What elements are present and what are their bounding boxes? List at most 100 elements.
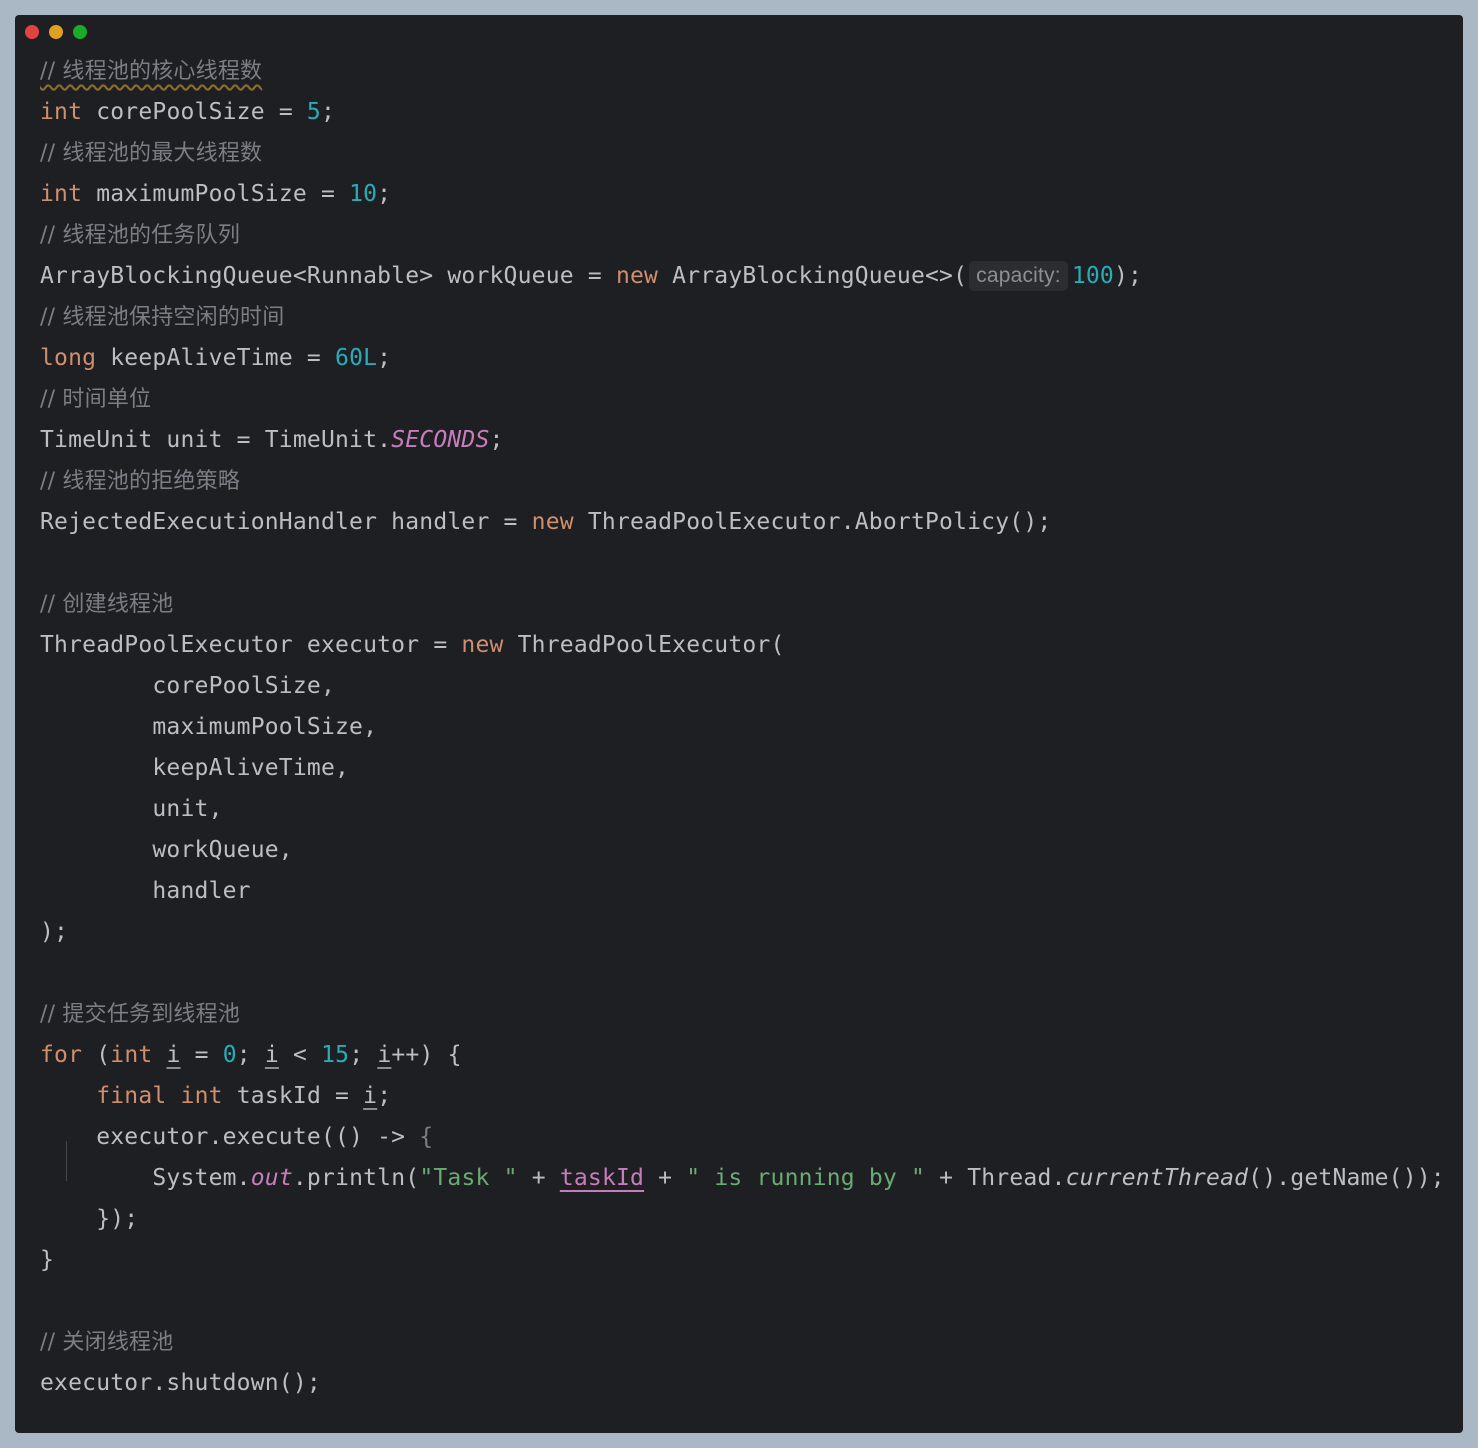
close-button[interactable]	[25, 25, 39, 39]
code-line: workQueue,	[40, 830, 293, 871]
code-line: int corePoolSize = 5;	[40, 92, 335, 133]
code-line: executor.shutdown();	[40, 1363, 321, 1404]
string-literal: "Task "	[419, 1165, 518, 1191]
code-line: }	[40, 1240, 54, 1281]
code-line: executor.execute(() -> {	[40, 1117, 433, 1158]
code-text: maximumPoolSize =	[82, 181, 350, 207]
code-line: corePoolSize,	[40, 666, 335, 707]
number-literal: 10	[349, 181, 378, 207]
code-text: );	[40, 919, 69, 945]
code-window: // 线程池的核心线程数 int corePoolSize = 5; // 线程…	[15, 15, 1463, 1433]
code-text: ArrayBlockingQueue<>(	[658, 263, 968, 289]
code-text: ThreadPoolExecutor executor =	[40, 632, 462, 658]
code-editor[interactable]: // 线程池的核心线程数 int corePoolSize = 5; // 线程…	[40, 51, 1463, 1433]
code-line: RejectedExecutionHandler handler = new T…	[40, 502, 1051, 543]
zoom-button[interactable]	[73, 25, 87, 39]
code-text: executor.shutdown();	[40, 1370, 321, 1396]
code-line: long keepAliveTime = 60L;	[40, 338, 391, 379]
code-text: (	[82, 1042, 111, 1068]
code-line: });	[40, 1199, 138, 1240]
loop-variable: i	[264, 1042, 279, 1068]
comment: // 关闭线程池	[40, 1330, 174, 1355]
comment: // 线程池保持空闲的时间	[40, 305, 285, 330]
captured-variable: taskId	[559, 1165, 645, 1191]
keyword: for	[40, 1042, 83, 1068]
code-line: // 创建线程池	[40, 584, 173, 625]
code-line: // 提交任务到线程池	[40, 994, 240, 1035]
code-text: System.	[40, 1165, 251, 1191]
comment: // 线程池的拒绝策略	[40, 469, 241, 494]
code-text: +	[644, 1165, 687, 1191]
comment: // 提交任务到线程池	[40, 1002, 241, 1027]
number-literal: 15	[321, 1042, 350, 1068]
code-line: // 线程池的最大线程数	[40, 133, 262, 174]
code-text: workQueue,	[40, 837, 293, 863]
comment: // 创建线程池	[40, 592, 174, 617]
code-text: ArrayBlockingQueue<Runnable> workQueue =	[40, 263, 616, 289]
keyword: long	[40, 345, 97, 371]
code-line: // 关闭线程池	[40, 1322, 173, 1363]
keyword: new	[461, 632, 504, 658]
code-text: ().getName());	[1248, 1165, 1445, 1191]
parameter-hint: capacity:	[969, 261, 1068, 291]
number-literal: 100	[1071, 263, 1114, 289]
loop-variable: i	[363, 1083, 378, 1109]
code-text: );	[1113, 263, 1143, 289]
keyword: new	[531, 509, 574, 535]
code-text: ;	[349, 1042, 378, 1068]
code-line: TimeUnit unit = TimeUnit.SECONDS;	[40, 420, 504, 461]
minimize-button[interactable]	[49, 25, 63, 39]
code-line: handler	[40, 871, 251, 912]
string-literal: " is running by "	[686, 1165, 926, 1191]
code-text: executor.execute(() ->	[40, 1124, 420, 1150]
code-text: keepAliveTime =	[96, 345, 336, 371]
keyword: int	[40, 99, 83, 125]
comment: // 时间单位	[40, 387, 152, 412]
code-text: TimeUnit unit = TimeUnit.	[40, 427, 392, 453]
code-line: unit,	[40, 789, 223, 830]
code-line: // 线程池的核心线程数	[40, 51, 262, 92]
loop-variable: i	[377, 1042, 392, 1068]
keyword: int	[110, 1042, 153, 1068]
keyword: final	[96, 1083, 167, 1109]
code-line: System.out.println("Task " + taskId + " …	[40, 1158, 1445, 1199]
code-text: keepAliveTime,	[40, 755, 350, 781]
static-field: out	[250, 1165, 293, 1191]
code-text: taskId =	[222, 1083, 364, 1109]
code-text: ThreadPoolExecutor.AbortPolicy();	[573, 509, 1052, 535]
code-text: ;	[377, 345, 392, 371]
code-text: ThreadPoolExecutor(	[503, 632, 785, 658]
number-literal: 60L	[335, 345, 378, 371]
code-text: ;	[377, 181, 392, 207]
code-text: =	[180, 1042, 223, 1068]
code-line: ThreadPoolExecutor executor = new Thread…	[40, 625, 785, 666]
code-text: handler	[40, 878, 251, 904]
code-text: ;	[377, 1083, 392, 1109]
code-line: final int taskId = i;	[40, 1076, 391, 1117]
code-text: ++) {	[391, 1042, 462, 1068]
comment: // 线程池的最大线程数	[40, 141, 263, 166]
code-line: // 线程池的拒绝策略	[40, 461, 240, 502]
code-line: maximumPoolSize,	[40, 707, 377, 748]
code-text: + Thread.	[925, 1165, 1066, 1191]
number-literal: 0	[222, 1042, 237, 1068]
comment: // 线程池的核心线程数	[40, 59, 263, 84]
code-line: int maximumPoolSize = 10;	[40, 174, 391, 215]
static-field: SECONDS	[391, 427, 490, 453]
code-text: corePoolSize,	[40, 673, 335, 699]
code-line: // 线程池的任务队列	[40, 215, 240, 256]
code-line: // 时间单位	[40, 379, 151, 420]
code-text: unit,	[40, 796, 223, 822]
loop-variable: i	[166, 1042, 181, 1068]
code-text: }	[40, 1247, 55, 1273]
code-line: );	[40, 912, 68, 953]
number-literal: 5	[306, 99, 321, 125]
code-text: ;	[236, 1042, 265, 1068]
code-line: ArrayBlockingQueue<Runnable> workQueue =…	[40, 256, 1142, 297]
static-method: currentThread	[1065, 1165, 1249, 1191]
code-text: maximumPoolSize,	[40, 714, 378, 740]
code-text: ;	[489, 427, 504, 453]
code-text: <	[278, 1042, 322, 1068]
